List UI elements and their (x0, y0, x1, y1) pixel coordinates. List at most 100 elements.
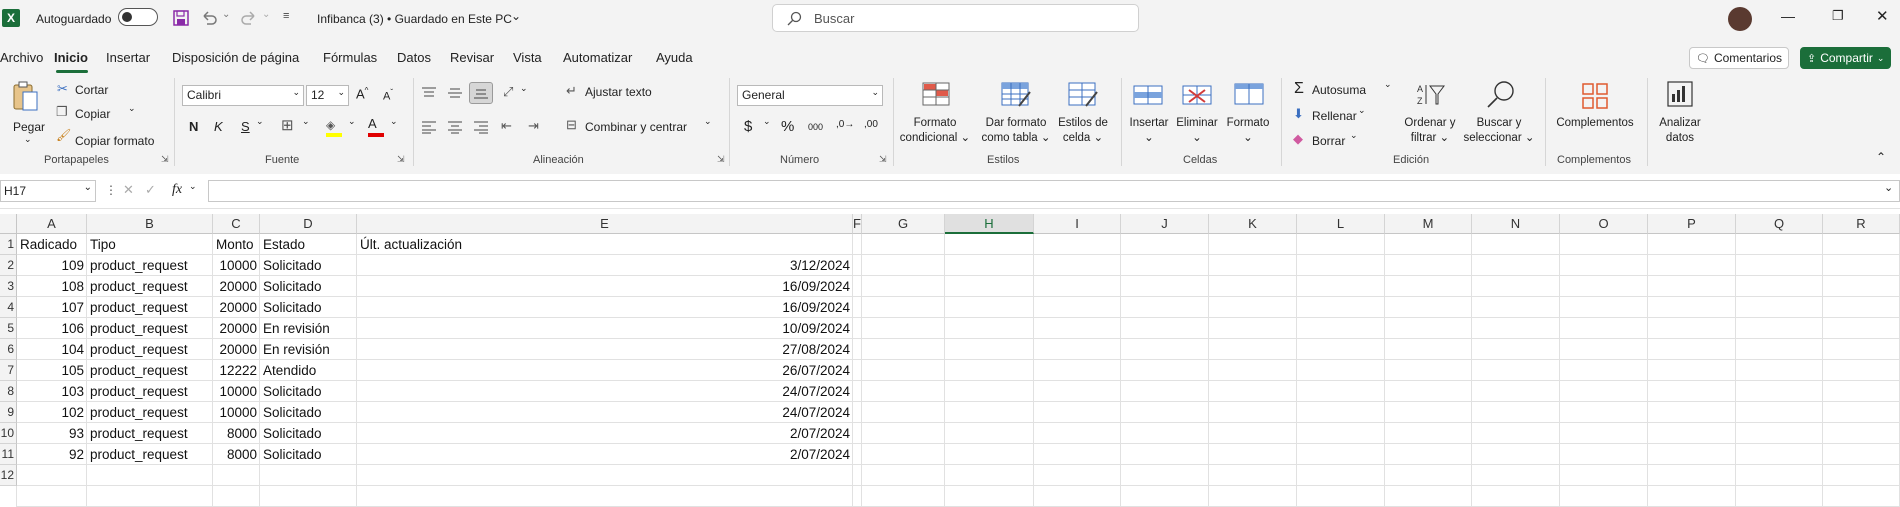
cell[interactable]: Solicitado (260, 402, 357, 423)
column-header-n[interactable]: N (1472, 214, 1560, 234)
search-box[interactable]: Buscar (772, 4, 1139, 32)
orientation-icon[interactable]: ⤢ (503, 84, 513, 100)
cell[interactable]: 8000 (213, 423, 260, 444)
currency-button[interactable]: $ (744, 118, 752, 135)
cell[interactable]: 8000 (213, 444, 260, 465)
cell[interactable]: 109 (17, 255, 87, 276)
underline-dropdown-icon[interactable]: ⌄ (256, 116, 264, 127)
document-title[interactable]: Infibanca (3) • Guardado en Este PC (317, 12, 512, 26)
row-header-12[interactable]: 12 (0, 465, 17, 486)
cell[interactable]: 24/07/2024 (357, 402, 853, 423)
decrease-indent-icon[interactable]: ⇤ (501, 118, 512, 134)
tab-archivo[interactable]: Archivo (0, 50, 43, 65)
orientation-dropdown-icon[interactable]: ⌄ (520, 83, 528, 94)
cell[interactable]: Solicitado (260, 276, 357, 297)
font-color-dropdown-icon[interactable]: ⌄ (390, 116, 398, 127)
cell[interactable]: 2/07/2024 (357, 444, 853, 465)
column-header-l[interactable]: L (1297, 214, 1385, 234)
copy-icon[interactable]: ❐ (56, 104, 68, 120)
column-header-q[interactable]: Q (1736, 214, 1823, 234)
collapse-ribbon-icon[interactable]: ⌃ (1876, 150, 1886, 164)
insert-function-button[interactable]: fx (172, 182, 182, 198)
find-select-button[interactable]: Buscar y seleccionar ⌄ (1462, 80, 1536, 148)
wrap-text-icon[interactable]: ↵ (566, 83, 577, 99)
row-header-2[interactable]: 2 (0, 255, 17, 276)
row-header-10[interactable]: 10 (0, 423, 17, 444)
title-dropdown-icon[interactable]: ⌄ (511, 9, 521, 23)
tab-ayuda[interactable]: Ayuda (656, 50, 693, 65)
column-header-k[interactable]: K (1209, 214, 1297, 234)
formula-input[interactable] (208, 180, 1900, 202)
column-header-b[interactable]: B (87, 214, 213, 234)
currency-dropdown-icon[interactable]: ⌄ (763, 116, 771, 127)
column-header-i[interactable]: I (1034, 214, 1121, 234)
column-header-o[interactable]: O (1560, 214, 1648, 234)
cell[interactable]: Monto (213, 234, 260, 255)
row-header-9[interactable]: 9 (0, 402, 17, 423)
cell[interactable]: Solicitado (260, 297, 357, 318)
cell[interactable]: Solicitado (260, 381, 357, 402)
cell[interactable]: product_request (87, 444, 213, 465)
select-all-corner[interactable] (0, 214, 17, 234)
align-left-icon[interactable] (421, 120, 437, 134)
borders-dropdown-icon[interactable]: ⌄ (302, 116, 310, 127)
font-launcher-icon[interactable]: ⇲ (397, 154, 405, 165)
paste-button[interactable]: Pegar ⌄ (10, 80, 46, 150)
fill-dropdown-icon[interactable]: ⌄ (1358, 105, 1366, 116)
cell-styles-button[interactable]: Estilos de celda ⌄ (1055, 80, 1111, 148)
row-header-8[interactable]: 8 (0, 381, 17, 402)
tab-inicio[interactable]: Inicio (54, 50, 88, 65)
cell[interactable]: 10000 (213, 381, 260, 402)
column-header-f[interactable]: F (853, 214, 862, 234)
cell[interactable]: product_request (87, 318, 213, 339)
fx-dropdown-icon[interactable]: ⌄ (189, 181, 197, 192)
align-top-icon[interactable] (421, 86, 437, 100)
row-header-1[interactable]: 1 (0, 234, 17, 255)
merge-center-icon[interactable]: ⊟ (566, 117, 577, 133)
row-header-5[interactable]: 5 (0, 318, 17, 339)
tab-insertar[interactable]: Insertar (106, 50, 150, 65)
cell[interactable]: product_request (87, 276, 213, 297)
cell[interactable]: 27/08/2024 (357, 339, 853, 360)
column-header-g[interactable]: G (862, 214, 945, 234)
percent-button[interactable]: % (781, 118, 794, 135)
redo-dropdown-icon[interactable]: ⌄ (262, 9, 270, 20)
redo-icon[interactable] (240, 10, 258, 26)
name-box[interactable]: H17 ⌄ (0, 180, 96, 202)
format-painter-button[interactable]: Copiar formato (75, 134, 154, 148)
user-avatar[interactable] (1728, 7, 1752, 31)
cell[interactable]: Solicitado (260, 255, 357, 276)
cell[interactable]: 108 (17, 276, 87, 297)
delete-cells-button[interactable]: Eliminar ⌄ (1173, 80, 1221, 148)
align-center-icon[interactable] (447, 120, 463, 134)
copy-button[interactable]: Copiar (75, 107, 110, 121)
tab-revisar[interactable]: Revisar (450, 50, 494, 65)
sort-filter-button[interactable]: AZ Ordenar y filtrar ⌄ (1398, 80, 1462, 148)
wrap-text-button[interactable]: Ajustar texto (585, 85, 652, 99)
italic-button[interactable]: K (214, 119, 223, 134)
cell[interactable]: 16/09/2024 (357, 297, 853, 318)
underline-button[interactable]: S (241, 119, 250, 134)
font-name-select[interactable]: Calibri ⌄ (182, 85, 304, 106)
row-header-4[interactable]: 4 (0, 297, 17, 318)
close-icon[interactable]: ✕ (1876, 7, 1889, 25)
cell[interactable]: 10000 (213, 402, 260, 423)
fill-color-icon[interactable]: ◈ (326, 118, 342, 137)
row-header-11[interactable]: 11 (0, 444, 17, 465)
cell[interactable]: product_request (87, 360, 213, 381)
cell[interactable]: product_request (87, 381, 213, 402)
decrease-decimal-icon[interactable]: ,00 (864, 119, 878, 130)
tab-formulas[interactable]: Fórmulas (323, 50, 377, 65)
restore-icon[interactable]: ❐ (1832, 8, 1844, 24)
align-right-icon[interactable] (473, 120, 489, 134)
borders-icon[interactable]: ⊞ (281, 116, 294, 134)
column-header-p[interactable]: P (1648, 214, 1736, 234)
increase-font-icon[interactable]: A^ (356, 86, 368, 101)
row-header-6[interactable]: 6 (0, 339, 17, 360)
cell[interactable]: 102 (17, 402, 87, 423)
customize-toolbar-icon[interactable]: ≡ (283, 10, 289, 22)
cell[interactable]: 26/07/2024 (357, 360, 853, 381)
number-format-select[interactable]: General ⌄ (737, 85, 883, 106)
copy-dropdown-icon[interactable]: ⌄ (128, 103, 136, 114)
cell[interactable]: 105 (17, 360, 87, 381)
